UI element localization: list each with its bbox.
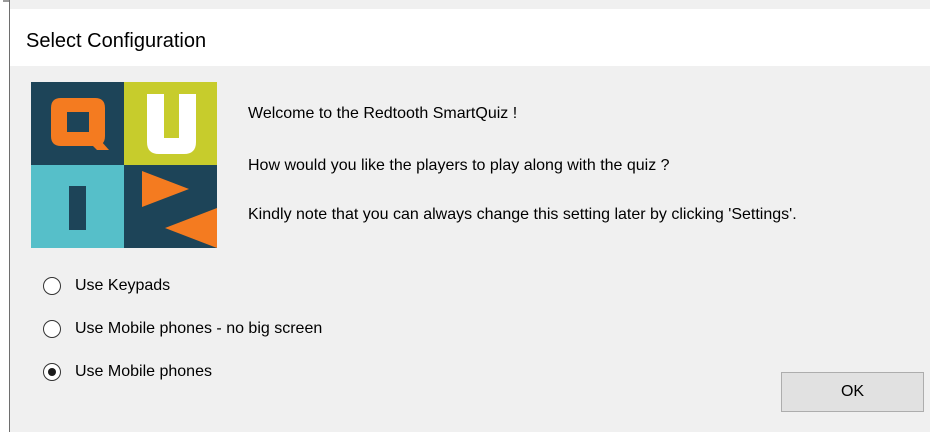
ok-button[interactable]: OK [781,372,924,412]
window-title: Select Configuration [26,30,207,52]
quiz-logo-graphic [31,82,217,248]
welcome-message: Welcome to the Redtooth SmartQuiz ! [248,105,518,122]
title-bar[interactable]: Select Configuration [10,9,930,66]
logo-letter-i [69,186,86,230]
logo-q-tile [31,82,124,165]
option-use-mobile-no-big-screen[interactable]: Use Mobile phones - no big screen [43,318,322,340]
option-label-mobile-no-big-screen: Use Mobile phones - no big screen [75,320,323,337]
settings-note-message: Kindly note that you can always change t… [248,206,797,223]
radio-button-mobile-no-big-screen[interactable] [43,320,61,338]
option-use-keypads[interactable]: Use Keypads [43,275,170,297]
option-use-mobile-phones[interactable]: Use Mobile phones [43,361,212,383]
question-message: How would you like the players to play a… [248,157,670,174]
option-label-keypads: Use Keypads [75,277,171,294]
option-label-mobile-phones: Use Mobile phones [75,363,212,380]
radio-button-keypads[interactable] [43,277,61,295]
select-configuration-dialog: Select Configuration Welcome to the Redt… [9,0,930,432]
quiz-logo [31,82,217,248]
radio-button-mobile-phones[interactable] [43,363,61,381]
